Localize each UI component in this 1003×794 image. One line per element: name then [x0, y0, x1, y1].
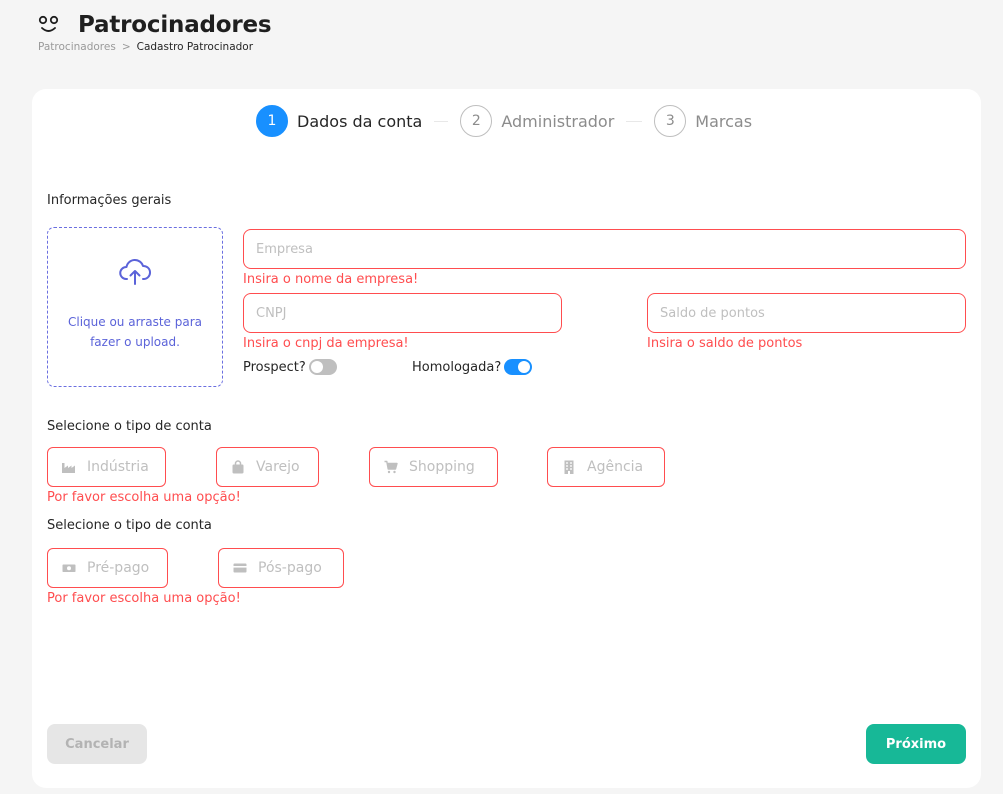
- step-dados-da-conta[interactable]: 1 Dados da conta: [256, 105, 422, 137]
- building-icon: [562, 460, 576, 474]
- page-header: Patrocinadores Patrocinadores > Cadastro P…: [38, 12, 272, 53]
- form-card: 1 Dados da conta 2 Administrador 3 Marca…: [32, 89, 981, 788]
- breadcrumb: Patrocinadores > Cadastro Patrocinador: [38, 41, 271, 53]
- breadcrumb-parent[interactable]: Patrocinadores: [38, 41, 116, 53]
- money-icon: [62, 561, 76, 575]
- homologada-toggle-row: Homologada?: [412, 359, 533, 375]
- account-type-shopping[interactable]: Shopping: [369, 447, 498, 487]
- account-type-industria[interactable]: Indústria: [47, 447, 166, 487]
- cnpj-input[interactable]: [243, 293, 562, 333]
- upload-hint: Clique ou arraste para fazer o upload.: [68, 312, 202, 352]
- prospect-label: Prospect?: [243, 359, 306, 375]
- cnpj-error: Insira o cnpj da empresa!: [243, 336, 409, 351]
- face-icon: [38, 15, 60, 35]
- step-number: 3: [654, 105, 687, 137]
- company-name-input[interactable]: [243, 229, 966, 269]
- points-balance-input[interactable]: [647, 293, 966, 333]
- points-balance-error: Insira o saldo de pontos: [647, 336, 803, 351]
- cloud-upload-icon: [118, 258, 152, 286]
- homologada-toggle[interactable]: [504, 359, 533, 375]
- shopping-cart-icon: [384, 460, 398, 474]
- homologada-label: Homologada?: [412, 359, 502, 375]
- option-label: Varejo: [256, 459, 300, 475]
- breadcrumb-separator: >: [121, 41, 131, 53]
- page-title: Patrocinadores: [78, 12, 272, 38]
- step-label: Administrador: [501, 111, 615, 131]
- breadcrumb-current: Cadastro Patrocinador: [136, 41, 254, 53]
- option-label: Pré-pago: [87, 560, 150, 576]
- shopping-bag-icon: [231, 460, 245, 474]
- upload-hint-line-2: fazer o upload.: [90, 335, 180, 349]
- payment-type-pre-pago[interactable]: Pré-pago: [47, 548, 168, 588]
- step-number: 2: [460, 105, 493, 137]
- next-button[interactable]: Próximo: [866, 724, 966, 764]
- cancel-button[interactable]: Cancelar: [47, 724, 147, 764]
- account-type-error: Por favor escolha uma opção!: [47, 490, 241, 505]
- payment-type-pos-pago[interactable]: Pós-pago: [218, 548, 344, 588]
- option-label: Shopping: [409, 459, 475, 475]
- upload-hint-line-1: Clique ou arraste para: [67, 315, 202, 329]
- step-label: Dados da conta: [297, 111, 423, 131]
- section-label-account-type: Selecione o tipo de conta: [47, 419, 212, 434]
- factory-icon: [62, 460, 76, 474]
- company-name-error: Insira o nome da empresa!: [243, 272, 419, 287]
- section-label-general: Informações gerais: [47, 193, 172, 208]
- account-type-varejo[interactable]: Varejo: [216, 447, 319, 487]
- toggle-knob: [518, 361, 531, 373]
- prospect-toggle[interactable]: [308, 359, 337, 375]
- option-label: Pós-pago: [258, 560, 322, 576]
- payment-type-error: Por favor escolha uma opção!: [47, 591, 241, 606]
- step-divider: [434, 120, 449, 122]
- stepper: 1 Dados da conta 2 Administrador 3 Marca…: [256, 105, 752, 137]
- account-type-agencia[interactable]: Agência: [547, 447, 665, 487]
- option-label: Indústria: [87, 459, 149, 475]
- step-administrador[interactable]: 2 Administrador: [460, 105, 614, 137]
- step-label: Marcas: [695, 111, 753, 131]
- step-marcas[interactable]: 3 Marcas: [654, 105, 752, 137]
- option-label: Agência: [587, 459, 644, 475]
- section-label-payment-type: Selecione o tipo de conta: [47, 518, 212, 533]
- logo-upload-area[interactable]: Clique ou arraste para fazer o upload.: [47, 227, 223, 387]
- toggle-knob: [310, 361, 323, 373]
- prospect-toggle-row: Prospect?: [243, 359, 337, 375]
- credit-card-icon: [233, 561, 247, 575]
- step-divider: [626, 120, 643, 122]
- step-number: 1: [256, 105, 288, 137]
